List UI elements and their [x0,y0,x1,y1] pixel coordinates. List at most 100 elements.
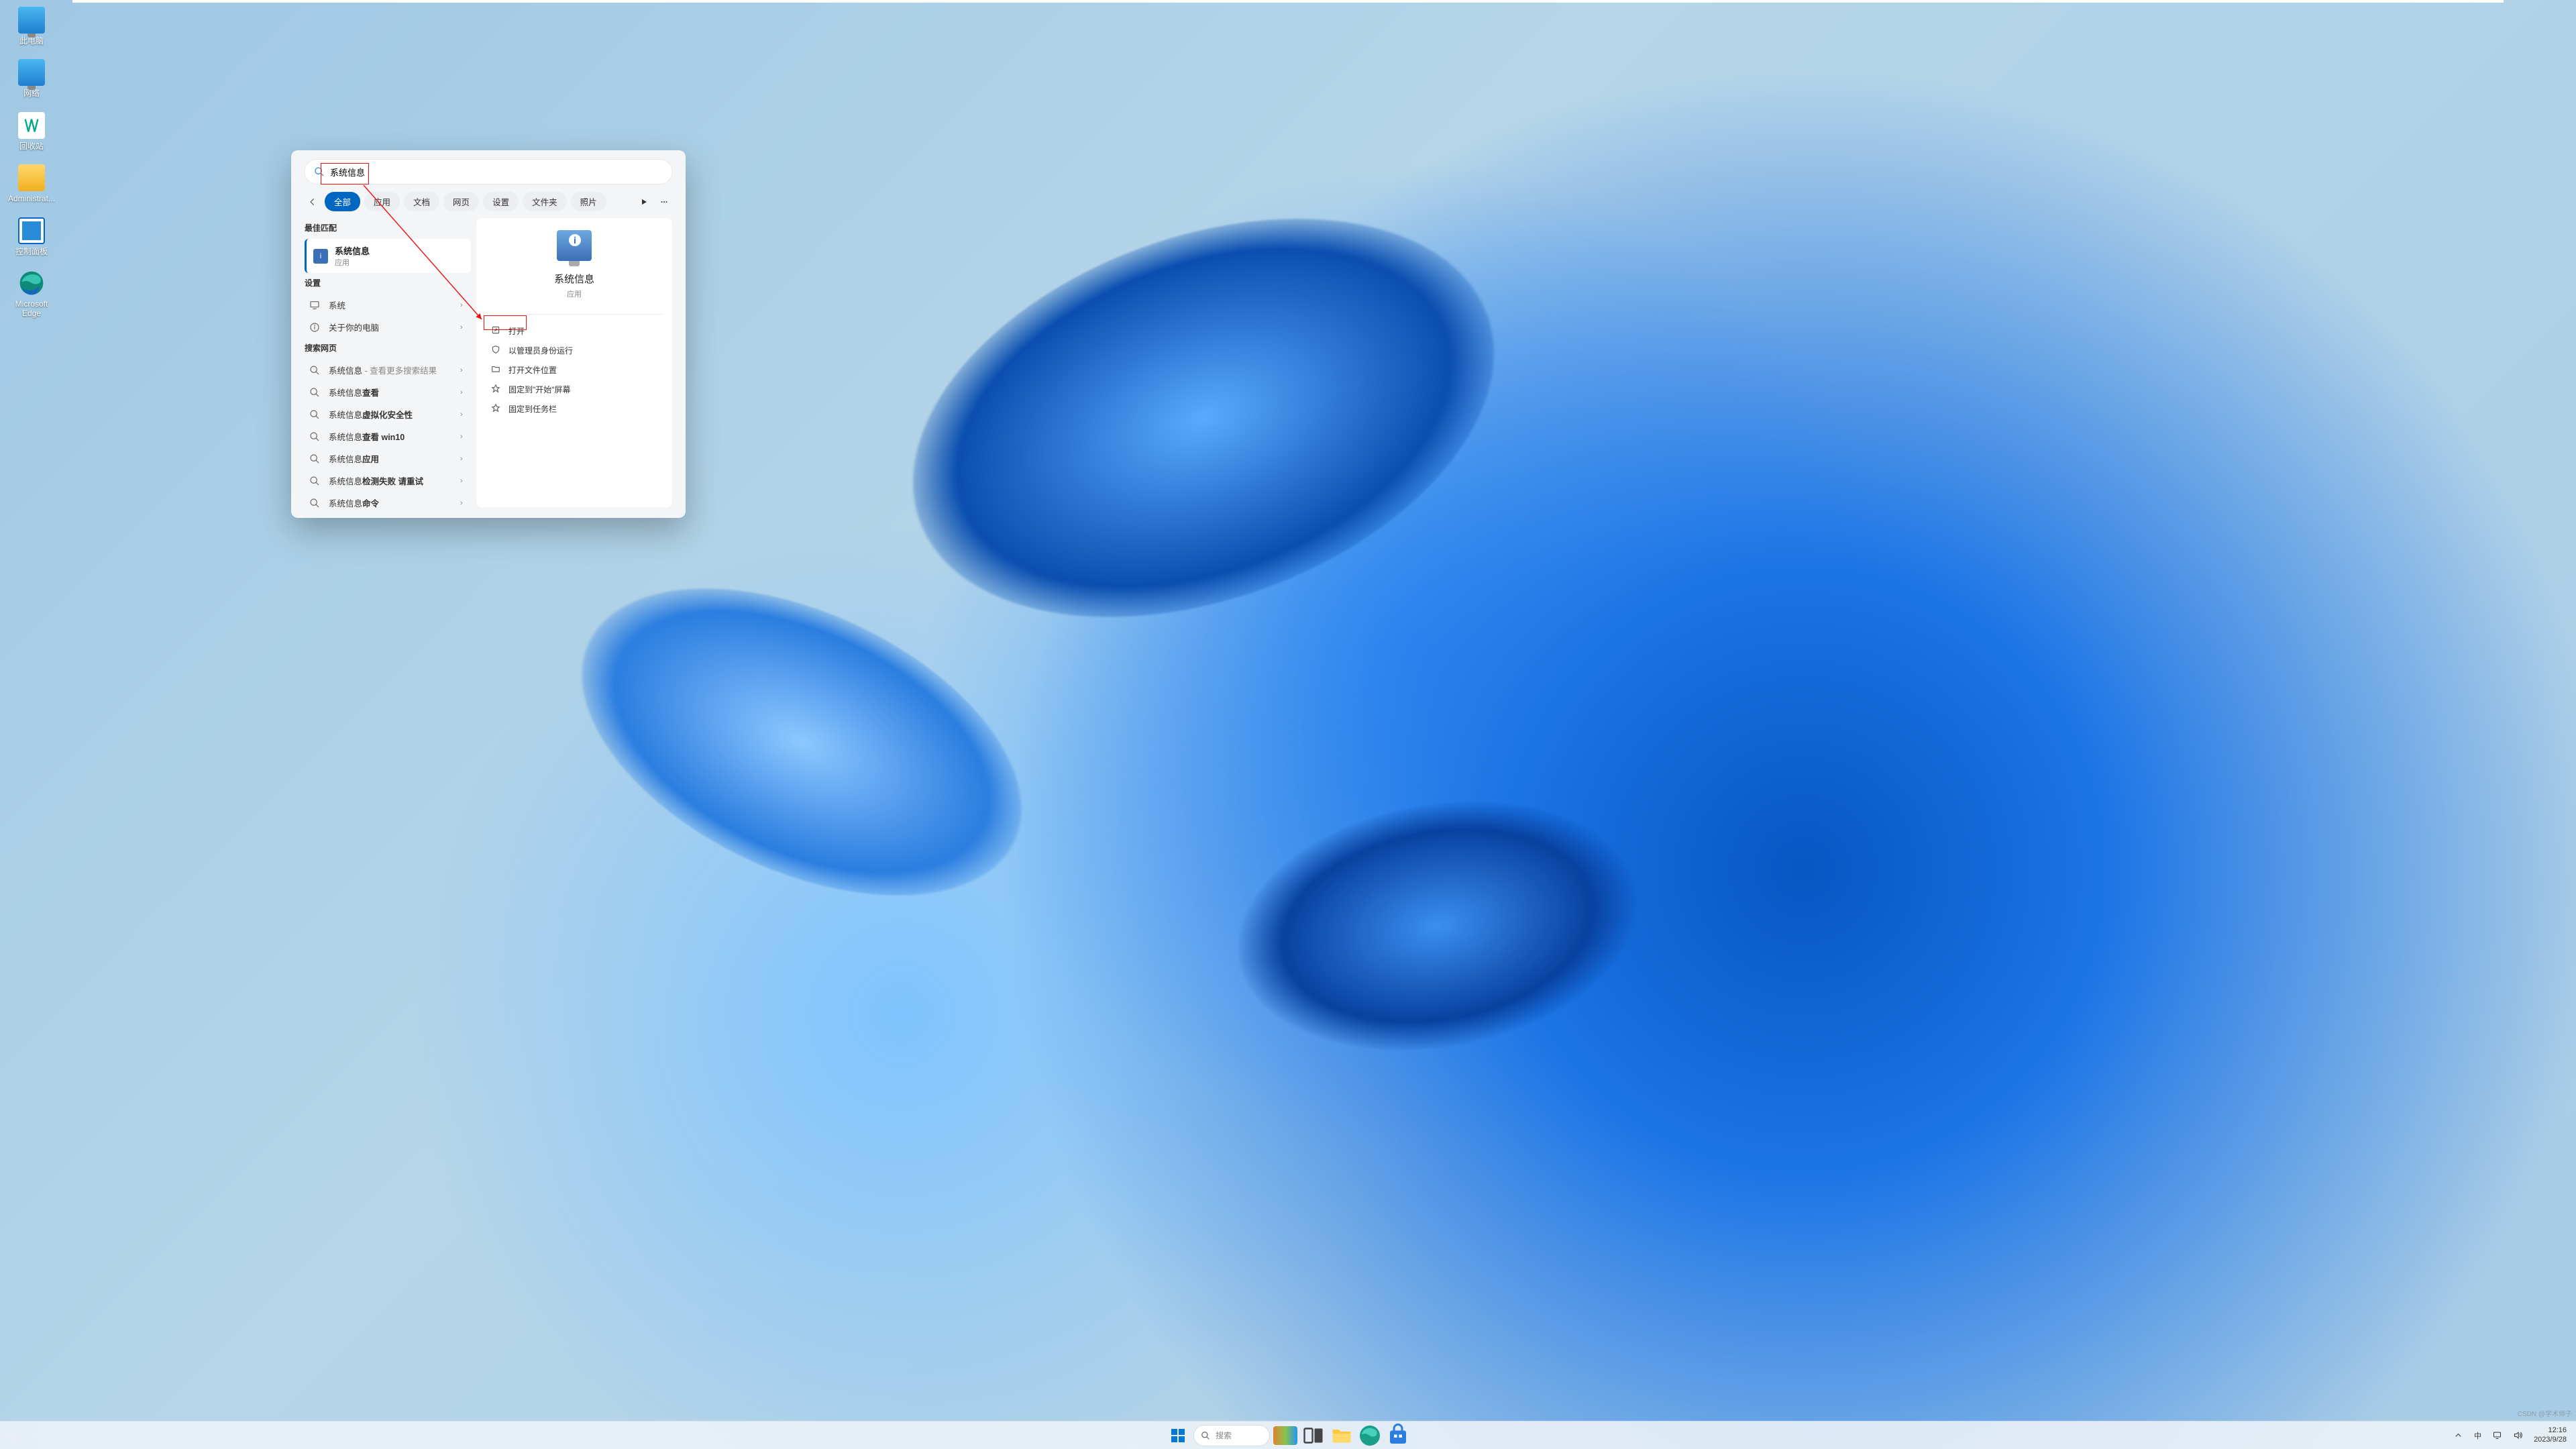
network-icon [2492,1430,2502,1440]
chevron-right-icon: › [460,411,467,419]
tab-docs[interactable]: 文档 [404,192,439,211]
preview-action-folder[interactable]: 打开文件位置 [486,360,663,380]
desktop-icon-control-panel[interactable]: 控制面板 [5,217,58,256]
search-back-button[interactable] [305,194,321,210]
preview-action-shield[interactable]: 以管理员身份运行 [486,341,663,360]
search-play-button[interactable] [636,194,652,210]
computer-icon [18,7,45,34]
chevron-right-icon: › [460,323,467,331]
network-icon [18,59,45,86]
windows-logo-icon [1170,1428,1186,1444]
file-explorer-icon [1330,1424,1354,1448]
play-icon [640,198,648,206]
search-results-column: 最佳匹配 i 系统信息 应用 设置 系统 › 关于你的电脑 › 搜索网页 系 [305,218,471,507]
chevron-up-icon [2453,1430,2463,1440]
taskbar-file-explorer[interactable] [1330,1424,1354,1448]
edge-icon [18,270,45,297]
settings-heading: 设置 [305,277,471,288]
preview-title: 系统信息 [486,272,663,286]
chevron-right-icon: › [460,433,467,441]
tab-photos[interactable]: 照片 [571,192,606,211]
chevron-right-icon: › [460,301,467,309]
desktop-icon-this-pc[interactable]: 此电脑 [5,7,58,46]
taskbar-task-view[interactable] [1301,1424,1326,1448]
chevron-right-icon: › [460,388,467,396]
volume-icon [2513,1430,2523,1440]
pin-icon [491,384,500,395]
search-preview-panel: 系统信息 应用 打开以管理员身份运行打开文件位置固定到"开始"屏幕固定到任务栏 [476,218,672,507]
web-result[interactable]: 系统信息虚拟化安全性 › [305,403,471,425]
search-input[interactable] [330,167,663,177]
search-icon [314,166,325,177]
taskbar-edge[interactable] [1358,1424,1382,1448]
chevron-right-icon: › [460,366,467,374]
search-more-button[interactable] [656,194,672,210]
edge-icon [1358,1424,1382,1448]
search-icon [309,453,321,464]
chevron-right-icon: › [460,477,467,485]
desktop-icons: 此电脑 网络 回收站 Administrat... 控制面板 Microsoft… [5,7,58,332]
open-icon [491,325,500,337]
best-match-heading: 最佳匹配 [305,222,471,233]
tab-apps[interactable]: 应用 [364,192,400,211]
desktop-icon-recycle-bin[interactable]: 回收站 [5,112,58,151]
taskbar-search-placeholder: 搜索 [1216,1430,1232,1441]
desktop-icon-admin-folder[interactable]: Administrat... [5,164,58,203]
tray-network[interactable] [2488,1428,2506,1443]
desktop-icon-network[interactable]: 网络 [5,59,58,98]
taskbar-widgets[interactable] [1273,1424,1297,1448]
folder-icon [18,164,45,191]
start-search-popup: 全部 应用 文档 网页 设置 文件夹 照片 最佳匹配 i 系统信息 应用 设置 … [291,150,686,518]
preview-system-info-icon [557,230,592,261]
system-info-icon: i [313,249,328,264]
best-match-result[interactable]: i 系统信息 应用 [305,239,471,273]
search-icon [309,498,321,508]
taskbar-store[interactable] [1386,1424,1410,1448]
tab-web[interactable]: 网页 [443,192,479,211]
chevron-right-icon: › [460,499,467,507]
search-icon [309,431,321,442]
tab-all[interactable]: 全部 [325,192,360,211]
widgets-icon [1273,1426,1297,1445]
tray-clock[interactable]: 12:16 2023/9/28 [2530,1426,2571,1445]
watermark-text: CSDN @学术师子 [2518,1408,2572,1418]
web-result[interactable]: 系统信息查看 win10 › [305,425,471,447]
top-white-strip [72,0,2504,3]
pin-icon [491,403,500,415]
web-result[interactable]: 系统信息检测失败 请重试 › [305,470,471,492]
web-result[interactable]: 系统信息查看 › [305,381,471,403]
search-icon [309,476,321,486]
settings-result-system[interactable]: 系统 › [305,294,471,316]
preview-action-pin-4[interactable]: 固定到任务栏 [486,399,663,419]
folder-icon [491,364,500,376]
taskbar: 搜索 中 12:16 2023/9/28 [0,1421,2576,1449]
search-icon [309,365,321,376]
taskbar-search-box[interactable]: 搜索 [1194,1426,1269,1446]
shield-icon [491,345,500,356]
web-result[interactable]: 系统信息应用 › [305,447,471,470]
tab-folders[interactable]: 文件夹 [523,192,567,211]
tray-overflow[interactable] [2449,1428,2467,1443]
store-icon [1386,1424,1410,1448]
preview-action-pin-3[interactable]: 固定到"开始"屏幕 [486,380,663,399]
preview-action-open[interactable]: 打开 [486,321,663,341]
desktop-icon-edge[interactable]: Microsoft Edge [5,270,58,319]
settings-result-about[interactable]: 关于你的电脑 › [305,316,471,338]
search-box[interactable] [305,160,672,184]
web-result[interactable]: 系统信息 - 查看更多搜索结果 › [305,359,471,381]
search-tabs: 全部 应用 文档 网页 设置 文件夹 照片 [291,184,686,211]
control-panel-icon [18,217,45,244]
tray-ime[interactable]: 中 [2470,1428,2485,1444]
tray-volume[interactable] [2509,1428,2527,1443]
tray-time: 12:16 [2534,1426,2567,1436]
start-button[interactable] [1166,1424,1190,1448]
info-icon [309,322,321,333]
more-icon [660,198,668,206]
monitor-icon [309,300,321,311]
tab-settings[interactable]: 设置 [483,192,519,211]
tray-date: 2023/9/28 [2534,1436,2567,1445]
web-result[interactable]: 系统信息命令 › [305,492,471,514]
chevron-right-icon: › [460,455,467,463]
search-icon [309,387,321,398]
search-icon [1201,1431,1210,1440]
